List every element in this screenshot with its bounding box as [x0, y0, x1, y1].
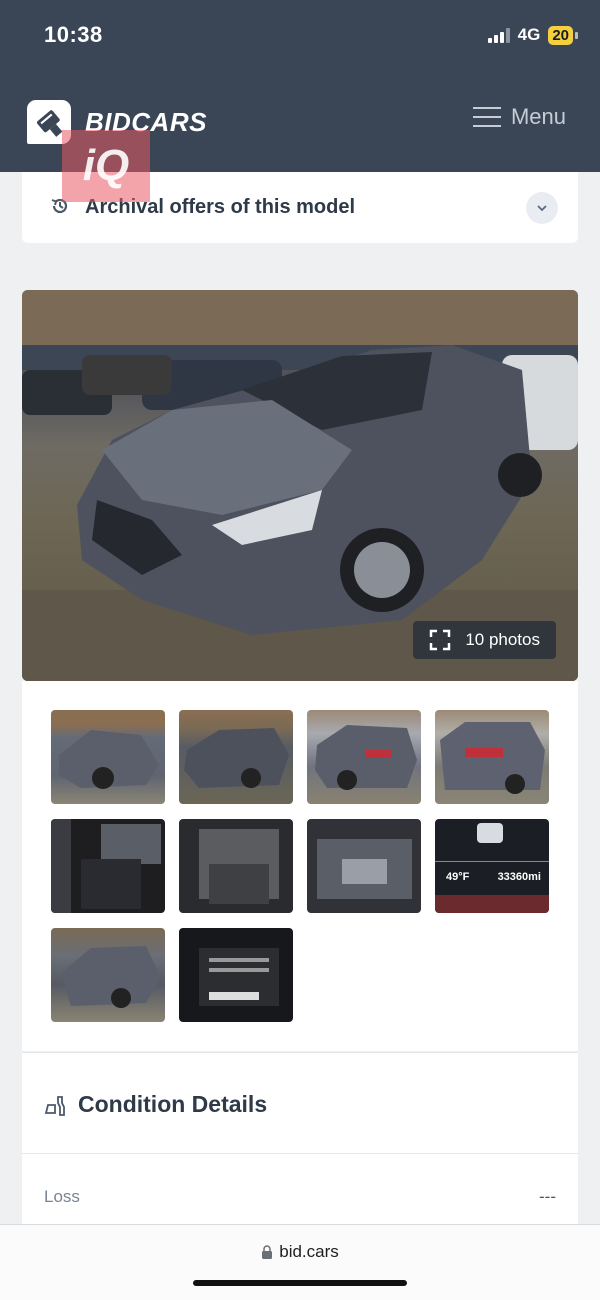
url-text: bid.cars: [279, 1242, 339, 1261]
menu-button[interactable]: Menu: [472, 104, 566, 130]
thumbnail-side-left[interactable]: [51, 928, 165, 1022]
signal-icon: [487, 27, 510, 43]
condition-section: Condition Details Loss ---: [22, 1052, 578, 1225]
odometer-temp: 49°F: [446, 871, 470, 883]
thumbnail-front[interactable]: [179, 710, 293, 804]
network-label: 4G: [517, 25, 541, 44]
watermark-logo: iQ: [62, 130, 150, 202]
view-photos-button[interactable]: 10 photos: [413, 621, 556, 659]
car-repair-icon: [44, 1096, 65, 1116]
battery-level: 20: [548, 25, 573, 45]
status-time: 10:38: [44, 22, 103, 47]
fullscreen-icon: [430, 629, 451, 651]
thumbnail-odometer[interactable]: 49°F 33360mi: [435, 819, 549, 913]
loss-label: Loss: [44, 1187, 80, 1206]
menu-label: Menu: [510, 104, 566, 129]
lock-icon: [262, 1245, 273, 1259]
battery-icon: 20: [548, 25, 578, 45]
thumbnail-grid: 49°F 33360mi: [22, 681, 578, 1051]
chevron-down-icon: [537, 205, 547, 212]
condition-title: Condition Details: [78, 1091, 268, 1117]
divider: [22, 1153, 578, 1154]
main-photo[interactable]: 10 photos: [22, 290, 578, 681]
thumbnail-interior-rear[interactable]: [179, 819, 293, 913]
thumbnail-rear-left[interactable]: [307, 710, 421, 804]
url-bar[interactable]: bid.cars: [0, 1242, 600, 1262]
browser-bar: bid.cars: [0, 1224, 600, 1300]
hamburger-icon: [472, 107, 501, 127]
thumbnail-engine[interactable]: [307, 819, 421, 913]
thumbnail-interior-front[interactable]: [51, 819, 165, 913]
photo-count-label: 10 photos: [465, 630, 540, 649]
loss-value: ---: [539, 1187, 556, 1206]
thumbnail-front-left[interactable]: [51, 710, 165, 804]
thumbnail-vin-label[interactable]: [179, 928, 293, 1022]
expand-button[interactable]: [526, 192, 558, 224]
home-indicator[interactable]: [193, 1280, 407, 1286]
thumbnail-rear[interactable]: [435, 710, 549, 804]
odometer-mileage: 33360mi: [497, 871, 541, 883]
status-indicators: 4G 20: [487, 25, 578, 45]
